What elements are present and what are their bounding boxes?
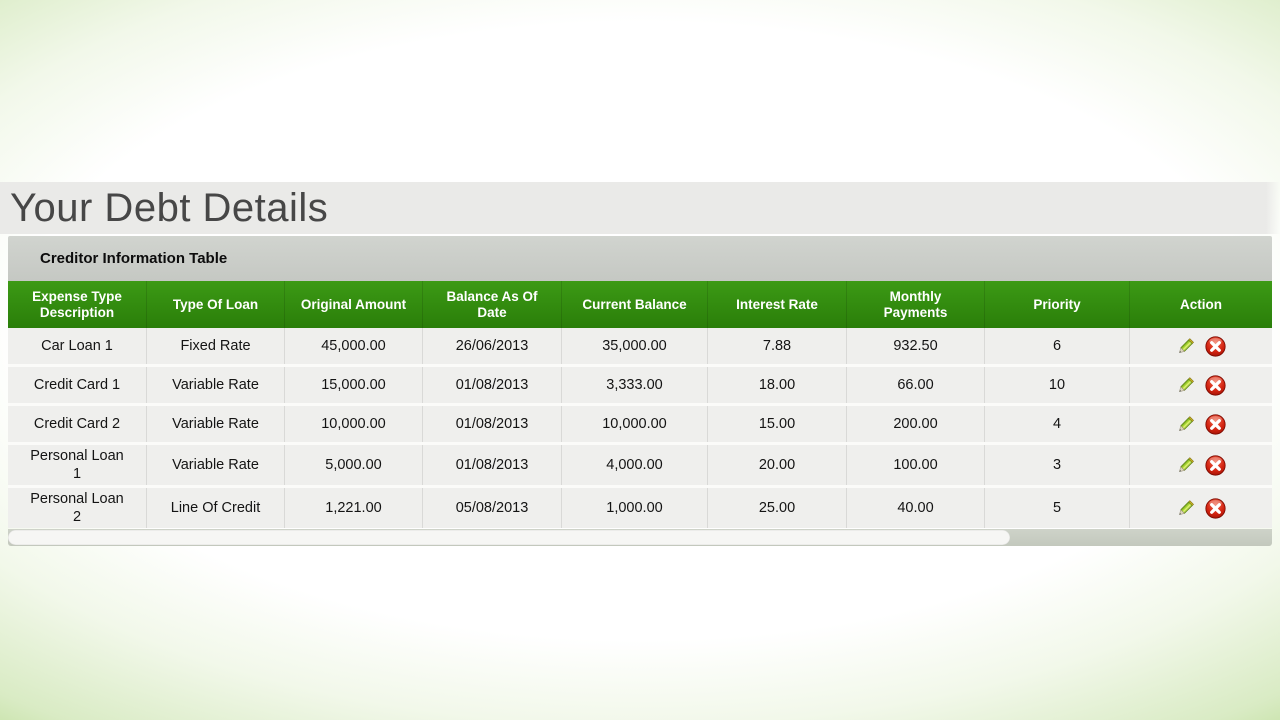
cell-balance-as-of: 26/06/2013 [423,328,562,364]
page-background: Your Debt Details Creditor Information T… [0,0,1280,720]
column-header-action: Action [1180,296,1222,312]
edit-button[interactable] [1176,337,1195,356]
cell-loan-type: Variable Rate [147,367,285,403]
table-caption-bar: Creditor Information Table [8,236,1272,281]
delete-button[interactable] [1205,497,1226,519]
table-caption: Creditor Information Table [40,250,228,267]
cell-current-balance: 35,000.00 [562,328,708,364]
delete-button[interactable] [1205,335,1226,357]
cell-action [1130,367,1272,403]
table-row: Credit Card 1 Variable Rate 15,000.00 01/08… [8,367,1272,406]
cell-monthly-payments: 66.00 [847,367,985,403]
scrollbar-thumb[interactable] [8,530,1010,545]
delete-button[interactable] [1205,454,1226,476]
table-body: Car Loan 1 Fixed Rate 45,000.00 26/06/2013 3… [8,328,1272,528]
cell-interest-rate: 18.00 [708,367,847,403]
cell-loan-type: Variable Rate [147,406,285,442]
cell-original-amount: 45,000.00 [285,328,423,364]
cell-balance-as-of: 05/08/2013 [423,488,562,528]
column-header-priority: Priority [985,281,1130,328]
cell-current-balance: 3,333.00 [562,367,708,403]
cell-balance-as-of: 01/08/2013 [423,406,562,442]
cell-monthly-payments: 200.00 [847,406,985,442]
cell-current-balance: 10,000.00 [562,406,708,442]
cell-interest-rate: 7.88 [708,328,847,364]
cell-original-amount: 5,000.00 [285,445,423,485]
delete-icon [1205,335,1226,357]
column-header-type-of-loan: Type Of Loan [147,281,285,328]
cell-interest-rate: 20.00 [708,445,847,485]
cell-action [1130,488,1272,528]
cell-priority: 6 [985,328,1130,364]
table-header-row: Expense Type Description Type Of Loan Orig… [8,281,1272,328]
pencil-icon [1176,337,1195,356]
column-header-interest-rate: Interest Rate [708,281,847,328]
cell-balance-as-of: 01/08/2013 [423,367,562,403]
cell-monthly-payments: 100.00 [847,445,985,485]
cell-balance-as-of: 01/08/2013 [423,445,562,485]
creditor-table: Creditor Information Table Expense Type … [8,236,1272,546]
pencil-icon [1176,456,1195,475]
cell-monthly-payments: 40.00 [847,488,985,528]
cell-loan-type: Variable Rate [147,445,285,485]
delete-button[interactable] [1205,413,1226,435]
delete-icon [1205,413,1226,435]
column-header-original-amount: Original Amount [285,281,423,328]
delete-icon [1205,497,1226,519]
cell-monthly-payments: 932.50 [847,328,985,364]
cell-original-amount: 10,000.00 [285,406,423,442]
cell-expense: Personal Loan 1 [8,445,147,485]
table-row: Personal Loan 2 Line Of Credit 1,221.00 05/… [8,488,1272,528]
cell-priority: 3 [985,445,1130,485]
horizontal-scrollbar[interactable] [8,529,1272,546]
cell-expense: Personal Loan 2 [8,488,147,528]
delete-icon [1205,454,1226,476]
cell-priority: 10 [985,367,1130,403]
pencil-icon [1176,499,1195,518]
cell-action [1130,328,1272,364]
cell-expense: Credit Card 2 [8,406,147,442]
cell-interest-rate: 25.00 [708,488,847,528]
cell-loan-type: Fixed Rate [147,328,285,364]
edit-button[interactable] [1176,376,1195,395]
delete-icon [1205,374,1226,396]
cell-expense: Car Loan 1 [8,328,147,364]
column-header-balance-as-of-date: Balance As Of Date [423,281,562,328]
edit-button[interactable] [1176,456,1195,475]
pencil-icon [1176,415,1195,434]
cell-loan-type: Line Of Credit [147,488,285,528]
edit-button[interactable] [1176,499,1195,518]
table-row: Credit Card 2 Variable Rate 10,000.00 01/08… [8,406,1272,445]
table-row: Personal Loan 1 Variable Rate 5,000.00 01/0… [8,445,1272,488]
cell-original-amount: 15,000.00 [285,367,423,403]
cell-action [1130,406,1272,442]
cell-interest-rate: 15.00 [708,406,847,442]
table-row: Car Loan 1 Fixed Rate 45,000.00 26/06/2013 3… [8,328,1272,367]
column-header-monthly-payments: Monthly Payments [847,281,985,328]
cell-priority: 5 [985,488,1130,528]
cell-priority: 4 [985,406,1130,442]
cell-current-balance: 4,000.00 [562,445,708,485]
cell-action [1130,445,1272,485]
edit-button[interactable] [1176,415,1195,434]
cell-current-balance: 1,000.00 [562,488,708,528]
cell-expense: Credit Card 1 [8,367,147,403]
pencil-icon [1176,376,1195,395]
column-header-expense-type-description: Expense Type Description [8,281,147,328]
page-title-band: Your Debt Details [0,182,1280,234]
page-title: Your Debt Details [10,186,329,230]
delete-button[interactable] [1205,374,1226,396]
column-header-current-balance: Current Balance [562,281,708,328]
cell-original-amount: 1,221.00 [285,488,423,528]
